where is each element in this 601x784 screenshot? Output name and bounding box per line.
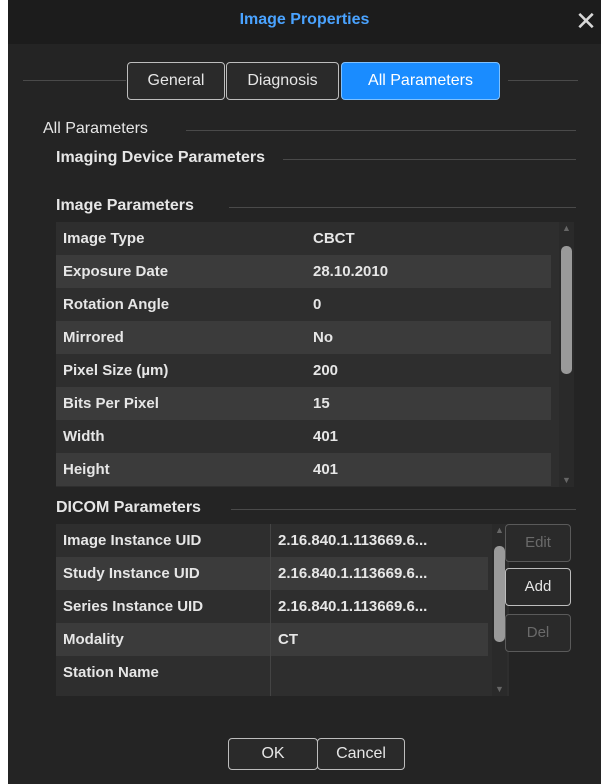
- param-value: 2.16.840.1.113669.6...: [278, 565, 428, 582]
- edit-button[interactable]: Edit: [505, 524, 571, 562]
- param-name: Image Type: [63, 230, 145, 247]
- tab-line-right: [508, 80, 578, 81]
- param-name: Bits Per Pixel: [63, 395, 159, 412]
- param-name: Height: [63, 461, 110, 478]
- param-name: Width: [63, 428, 105, 445]
- scroll-down-icon[interactable]: ▼: [492, 685, 507, 694]
- param-name: Image Instance UID: [63, 532, 202, 549]
- tab-line-left: [23, 80, 126, 81]
- cancel-button[interactable]: Cancel: [317, 738, 405, 770]
- table-row[interactable]: Station Name: [56, 656, 488, 689]
- image-parameters-table: Image Type CBCT Exposure Date 28.10.2010…: [56, 222, 574, 487]
- param-value: 401: [313, 428, 339, 445]
- title-bar[interactable]: Image Properties ✕: [8, 0, 601, 44]
- table-row[interactable]: Height 401: [56, 453, 551, 486]
- table-row[interactable]: Width 401: [56, 420, 551, 453]
- param-value: 15: [313, 395, 330, 412]
- tab-diagnosis[interactable]: Diagnosis: [226, 62, 339, 100]
- param-value: 0: [313, 296, 322, 313]
- param-value: CT: [278, 631, 298, 648]
- param-name: Exposure Date: [63, 263, 169, 280]
- dicom-parameters-table: Image Instance UID 2.16.840.1.113669.6..…: [56, 524, 509, 696]
- table-row[interactable]: Modality CT: [56, 623, 488, 656]
- divider-imaging-device: [283, 159, 576, 160]
- scroll-up-icon[interactable]: ▲: [559, 224, 574, 233]
- param-name: Study Instance UID: [63, 565, 200, 582]
- param-name: Station Name: [63, 664, 159, 681]
- divider-dicom-parameters: [231, 509, 576, 510]
- ok-button[interactable]: OK: [228, 738, 318, 770]
- param-value: 401: [313, 461, 339, 478]
- param-value: 2.16.840.1.113669.6...: [278, 532, 428, 549]
- tab-all-parameters[interactable]: All Parameters: [341, 62, 500, 100]
- scrollbar-thumb[interactable]: [561, 246, 572, 374]
- section-all-parameters: All Parameters: [43, 120, 148, 137]
- param-value: No: [313, 329, 333, 346]
- param-name: Rotation Angle: [63, 296, 170, 313]
- image-parameters-scrollbar[interactable]: ▲ ▼: [559, 222, 574, 487]
- table-row[interactable]: Bits Per Pixel 15: [56, 387, 551, 420]
- scrollbar-thumb[interactable]: [494, 546, 505, 642]
- table-row[interactable]: Pixel Size (µm) 200: [56, 354, 551, 387]
- param-name: Mirrored: [63, 329, 124, 346]
- section-imaging-device: Imaging Device Parameters: [56, 149, 265, 166]
- table-row[interactable]: Exposure Date 28.10.2010: [56, 255, 551, 288]
- image-properties-dialog: Image Properties ✕ General Diagnosis All…: [8, 0, 601, 784]
- table-row[interactable]: Mirrored No: [56, 321, 551, 354]
- scroll-down-icon[interactable]: ▼: [559, 476, 574, 485]
- param-name: Modality: [63, 631, 124, 648]
- table-row[interactable]: Image Instance UID 2.16.840.1.113669.6..…: [56, 524, 488, 557]
- param-name: Pixel Size (µm): [63, 362, 169, 379]
- param-value: CBCT: [313, 230, 355, 247]
- divider-all-parameters: [186, 130, 576, 131]
- column-divider: [270, 524, 271, 696]
- add-button[interactable]: Add: [505, 568, 571, 606]
- del-button[interactable]: Del: [505, 614, 571, 652]
- section-image-parameters: Image Parameters: [56, 197, 194, 214]
- table-row[interactable]: Study Instance UID 2.16.840.1.113669.6..…: [56, 557, 488, 590]
- param-value: 2.16.840.1.113669.6...: [278, 598, 428, 615]
- param-value: 200: [313, 362, 339, 379]
- param-name: Series Instance UID: [63, 598, 204, 615]
- divider-image-parameters: [229, 207, 576, 208]
- table-row[interactable]: Image Type CBCT: [56, 222, 551, 255]
- table-row[interactable]: Series Instance UID 2.16.840.1.113669.6.…: [56, 590, 488, 623]
- param-value: 28.10.2010: [313, 263, 389, 280]
- tab-general[interactable]: General: [127, 62, 225, 100]
- close-icon[interactable]: ✕: [573, 8, 599, 34]
- dialog-title: Image Properties: [239, 11, 370, 28]
- table-row[interactable]: Rotation Angle 0: [56, 288, 551, 321]
- section-dicom-parameters: DICOM Parameters: [56, 499, 201, 516]
